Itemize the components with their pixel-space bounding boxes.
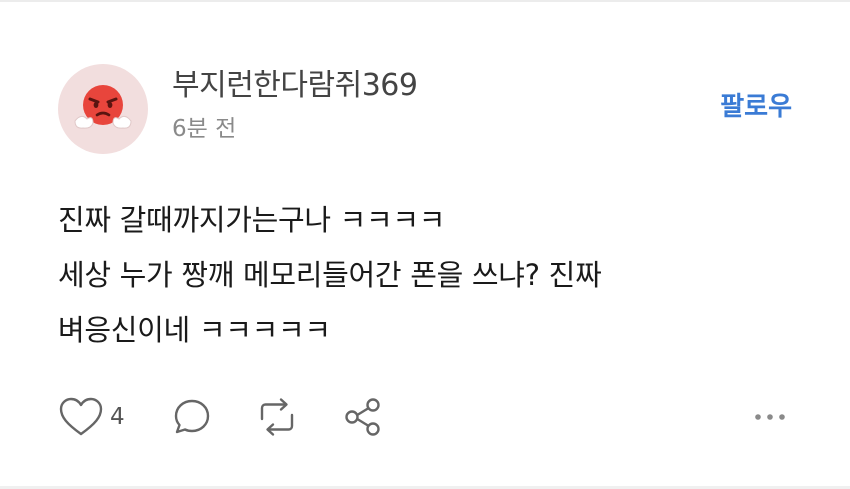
avatar[interactable]	[58, 64, 148, 154]
author-name[interactable]: 부지런한다람쥐369	[172, 68, 418, 104]
heart-icon	[59, 397, 103, 436]
post-line: 진짜 갈때까지가는구나 ㅋㅋㅋㅋ	[58, 203, 446, 237]
repost-button[interactable]	[255, 394, 299, 440]
like-button[interactable]: 4	[58, 394, 125, 440]
post-line: 벼응신이네 ㅋㅋㅋㅋㅋ	[58, 313, 331, 347]
like-count: 4	[110, 404, 125, 430]
share-icon	[345, 398, 380, 436]
comment-icon	[174, 399, 210, 434]
post-line: 세상 누가 짱깨 메모리들어간 폰을 쓰냐? 진짜	[58, 258, 602, 292]
share-button[interactable]	[342, 394, 384, 440]
fuming-face-icon	[74, 85, 132, 129]
top-divider	[0, 0, 850, 2]
comment-button[interactable]	[172, 394, 212, 440]
more-options-button[interactable]	[750, 394, 790, 440]
follow-button[interactable]: 팔로우	[720, 90, 792, 124]
more-icon	[755, 414, 785, 420]
post-body: 진짜 갈때까지가는구나 ㅋㅋㅋㅋ 세상 누가 짱깨 메모리들어간 폰을 쓰냐? …	[58, 193, 798, 358]
repost-icon	[260, 398, 294, 436]
action-bar: 4	[58, 394, 798, 440]
post-timestamp: 6분 전	[172, 116, 237, 142]
